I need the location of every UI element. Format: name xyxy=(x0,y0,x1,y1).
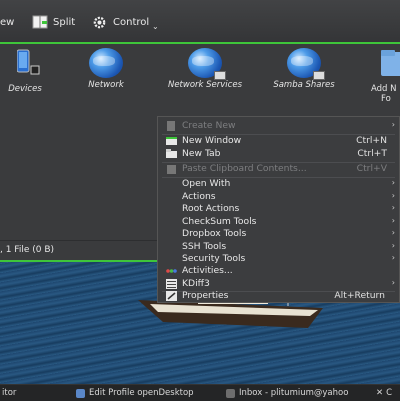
menu-item-new-tab[interactable]: New Tab Ctrl+T xyxy=(158,148,400,161)
paste-icon xyxy=(167,165,176,174)
taskbar-item-editor[interactable]: itor xyxy=(2,387,16,399)
menu-item-shortcut: Ctrl+T xyxy=(357,148,387,159)
place-devices[interactable]: Devices xyxy=(0,48,70,94)
kdiff3-icon xyxy=(166,279,177,289)
place-label: Network Services xyxy=(167,80,243,90)
chevron-right-icon: › xyxy=(391,178,395,187)
view-button-label: ew xyxy=(0,16,15,28)
menu-item-root-actions[interactable]: Root Actions › xyxy=(158,203,400,216)
place-label: Network xyxy=(88,80,124,90)
chevron-down-icon: ⌄ xyxy=(152,22,159,31)
place-label-line2: Fo xyxy=(381,94,391,104)
context-menu: Create New › New Window Ctrl+N New Tab C… xyxy=(157,116,400,303)
chevron-right-icon: › xyxy=(391,216,395,225)
menu-item-label: Actions xyxy=(182,191,216,202)
chevron-right-icon: › xyxy=(391,120,395,129)
menu-item-label: Paste Clipboard Contents... xyxy=(182,163,307,174)
new-tab-icon xyxy=(166,149,177,158)
view-button[interactable]: ew xyxy=(0,14,14,30)
taskbar-item-inbox[interactable]: Inbox - plitumium@yahoo xyxy=(226,387,348,399)
devices-icon xyxy=(16,49,40,75)
menu-item-activities[interactable]: Activities... xyxy=(158,265,400,278)
menu-item-paste[interactable]: Paste Clipboard Contents... Ctrl+V xyxy=(158,163,400,176)
menu-item-properties[interactable]: Properties Alt+Return xyxy=(158,290,400,303)
menu-item-label: Open With xyxy=(182,178,231,189)
folder-icon xyxy=(381,50,400,76)
menu-item-label: Create New xyxy=(182,120,236,131)
properties-icon xyxy=(166,291,177,301)
control-button-label: Control xyxy=(113,16,150,28)
place-label: Add N Fo xyxy=(345,84,400,104)
tools-icon: ✕ xyxy=(376,388,384,398)
chevron-right-icon: › xyxy=(391,191,395,200)
menu-item-shortcut: Alt+Return xyxy=(334,290,385,301)
menu-item-create-new[interactable]: Create New › xyxy=(158,120,400,133)
status-text: , 1 File (0 B) xyxy=(0,245,55,255)
folder-badge-icon xyxy=(214,71,226,80)
chevron-right-icon: › xyxy=(391,228,395,237)
menu-item-label: CheckSum Tools xyxy=(182,216,257,227)
new-window-icon xyxy=(166,137,177,145)
place-samba-shares[interactable]: Samba Shares xyxy=(259,48,349,90)
activities-icon xyxy=(166,269,177,273)
mail-icon xyxy=(226,388,235,398)
create-new-icon xyxy=(167,121,175,131)
chevron-right-icon: › xyxy=(391,241,395,250)
menu-item-label: Properties xyxy=(182,290,229,301)
menu-item-label: SSH Tools xyxy=(182,241,227,252)
menu-item-dropbox-tools[interactable]: Dropbox Tools › xyxy=(158,228,400,241)
split-icon xyxy=(32,15,48,29)
place-network-services[interactable]: Network Services xyxy=(160,48,250,90)
status-accent-line xyxy=(0,260,158,262)
menu-item-new-window[interactable]: New Window Ctrl+N xyxy=(158,135,400,148)
control-button[interactable]: Control ⌄ xyxy=(92,14,159,31)
menu-item-label: Security Tools xyxy=(182,253,246,264)
place-network[interactable]: Network xyxy=(61,48,151,90)
chevron-right-icon: › xyxy=(391,278,395,287)
browser-icon xyxy=(76,388,85,398)
menu-item-shortcut: Ctrl+V xyxy=(356,163,387,174)
taskbar-item-label: Edit Profile openDesktop xyxy=(89,388,194,398)
folder-badge-icon xyxy=(313,71,325,80)
place-label-line1: Add N xyxy=(371,84,397,94)
taskbar-item-label: C xyxy=(386,388,393,398)
place-label: Samba Shares xyxy=(273,80,335,90)
taskbar-item-label: Inbox - plitumium@yahoo xyxy=(239,388,349,398)
taskbar-item-label: itor xyxy=(2,388,17,398)
menu-item-label: New Tab xyxy=(182,148,221,159)
menu-item-label: Activities... xyxy=(182,265,233,276)
menu-item-label: KDiff3 xyxy=(182,278,210,289)
split-button[interactable]: Split xyxy=(32,14,75,30)
menu-item-shortcut: Ctrl+N xyxy=(356,135,387,146)
chevron-right-icon: › xyxy=(391,253,395,262)
place-add-network-folder[interactable]: Add N Fo xyxy=(345,48,400,104)
taskbar-item-tools[interactable]: ✕ C xyxy=(376,387,392,399)
menu-item-label: New Window xyxy=(182,135,242,146)
toolbar: ew Split Control ⌄ xyxy=(0,0,400,42)
menu-item-label: Dropbox Tools xyxy=(182,228,247,239)
split-button-label: Split xyxy=(53,16,76,28)
taskbar: itor Edit Profile openDesktop Inbox - pl… xyxy=(0,384,400,401)
menu-item-label: Root Actions xyxy=(182,203,240,214)
taskbar-item-edit-profile[interactable]: Edit Profile openDesktop xyxy=(76,387,194,399)
place-label: Devices xyxy=(8,84,42,94)
chevron-right-icon: › xyxy=(391,203,395,212)
network-globe-icon xyxy=(89,48,123,78)
samba-globe-icon xyxy=(287,48,325,80)
gear-icon xyxy=(93,16,106,28)
menu-item-open-with[interactable]: Open With › xyxy=(158,178,400,191)
network-services-globe-icon xyxy=(188,48,226,80)
